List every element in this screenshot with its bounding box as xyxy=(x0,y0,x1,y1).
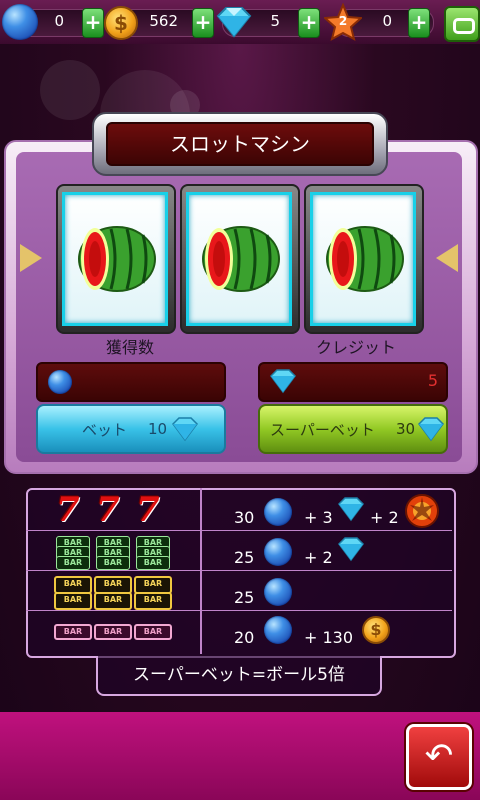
diamonds-count: 5 xyxy=(270,12,280,30)
add-balls-button[interactable]: + xyxy=(82,8,104,38)
payout-coins: + 130 xyxy=(304,628,354,647)
ball-icon xyxy=(264,498,292,526)
back-button[interactable]: ↶ xyxy=(406,724,472,790)
left-pointer-icon xyxy=(436,244,458,272)
coins-count: 562 xyxy=(149,12,178,30)
superbet-note: スーパーベット=ボール5倍 xyxy=(96,656,382,696)
winnings-label: 獲得数 xyxy=(105,338,154,357)
bar-symbol: BAR xyxy=(94,592,132,610)
seven-symbol: 7 xyxy=(136,490,160,530)
payout-balls: 20 xyxy=(234,628,255,647)
stars-count: 0 xyxy=(382,12,392,30)
diamond-icon xyxy=(418,417,444,442)
bar-symbol: BAR xyxy=(136,556,170,570)
bet-button[interactable]: ベット 10 xyxy=(36,404,226,454)
payout-balls: 25 xyxy=(234,548,255,567)
add-stars-button[interactable]: + xyxy=(408,8,430,38)
watermelon-icon xyxy=(202,226,280,292)
bet-label: ベット xyxy=(82,421,128,439)
payout-special: + 2 xyxy=(370,508,399,527)
menu-button[interactable] xyxy=(444,6,480,42)
diamond-icon xyxy=(338,537,364,562)
bar-symbol: BAR xyxy=(134,592,172,610)
payout-diamonds: + 3 xyxy=(304,508,333,527)
superbet-label: スーパーベット xyxy=(270,421,375,439)
superbet-button[interactable]: スーパーベット 30 xyxy=(258,404,448,454)
watermelon-icon xyxy=(78,226,156,292)
bar-symbol: BAR xyxy=(96,556,130,570)
credit-label: クレジット xyxy=(315,338,396,357)
reel-3 xyxy=(310,192,416,326)
fire-orb-icon xyxy=(405,494,439,528)
watermelon-icon xyxy=(326,226,404,292)
ball-icon xyxy=(264,616,292,644)
page-title: スロットマシン xyxy=(106,122,374,166)
balls-count: 0 xyxy=(54,12,64,30)
bar-symbol: BAR xyxy=(134,624,172,640)
reel-1 xyxy=(62,192,168,326)
bar-symbol: BAR xyxy=(54,624,92,640)
coin-icon: $ xyxy=(362,616,390,644)
credit-value: 5 xyxy=(427,371,438,390)
seven-symbol: 7 xyxy=(96,490,120,530)
diamond-icon xyxy=(216,7,252,38)
bet-cost: 10 xyxy=(148,420,168,438)
payout-diamonds: + 2 xyxy=(304,548,333,567)
add-diamonds-button[interactable]: + xyxy=(298,8,320,38)
winnings-display xyxy=(36,362,226,402)
diamond-icon xyxy=(172,417,198,442)
ball-icon xyxy=(264,578,292,606)
diamond-icon xyxy=(338,497,364,522)
payout-special-value: 2 xyxy=(388,508,399,527)
reel-2 xyxy=(186,192,292,326)
payout-balls: 25 xyxy=(234,588,255,607)
ball-icon xyxy=(48,370,72,394)
bubble-decoration xyxy=(40,60,100,120)
payout-balls: 30 xyxy=(234,508,255,527)
bar-symbol: BAR xyxy=(94,624,132,640)
credit-display: 5 xyxy=(258,362,448,402)
link-icon xyxy=(453,18,475,34)
payout-diamonds-value: 3 xyxy=(322,508,333,527)
back-arrow-icon: ↶ xyxy=(424,736,454,776)
add-coins-button[interactable]: + xyxy=(192,8,214,38)
right-pointer-icon xyxy=(20,244,42,272)
bar-symbol: BAR xyxy=(56,556,90,570)
payout-coins-value: 130 xyxy=(322,628,354,647)
payout-diamonds-value: 2 xyxy=(322,548,333,567)
star-level: 2 xyxy=(338,14,348,28)
seven-symbol: 7 xyxy=(56,490,80,530)
bar-symbol: BAR xyxy=(54,592,92,610)
diamond-icon xyxy=(270,369,296,394)
table-divider xyxy=(200,488,202,654)
ball-icon xyxy=(264,538,292,566)
coin-icon: $ xyxy=(104,6,138,40)
ball-icon xyxy=(2,4,38,40)
superbet-cost: 30 xyxy=(396,420,416,438)
